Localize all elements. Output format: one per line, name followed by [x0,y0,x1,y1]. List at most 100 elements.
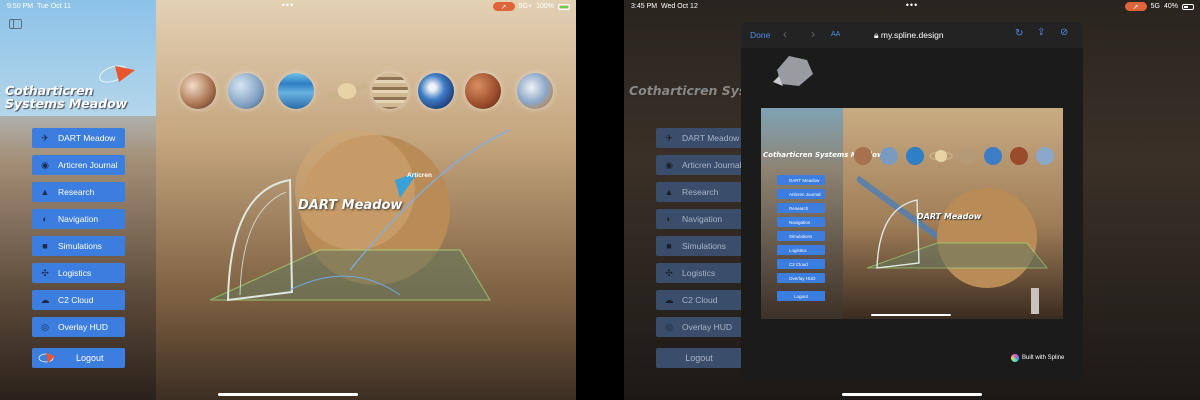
embedded-logout-button[interactable]: Logout [777,291,825,301]
multitask-dots-icon[interactable]: ••• [282,0,294,10]
home-indicator[interactable] [218,393,358,396]
background-menu: ✈ DART Meadow ◉ Articren Journal ▲ Research… [656,128,742,344]
logout-icon [38,353,55,363]
status-signal: 5G+ [518,3,533,10]
hud-icon: ◎ [665,321,673,332]
multitask-dots-icon[interactable]: ••• [906,0,918,10]
status-battery: 100% [536,3,554,10]
sidebar-menu: ✈ DART Meadow ◉ Articren Journal ▲ Research… [32,128,125,344]
goggles-icon: ◐ [666,214,672,224]
menu-label: Research [682,187,719,197]
status-time: 3:45 PM [631,3,658,10]
url-text: my.spline.design [880,30,944,40]
saturn-icon[interactable] [326,73,368,109]
background-menu-item: ◎ Overlay HUD [656,317,742,337]
menu-label: Articren Journal [58,160,118,170]
brand-title: Cotharticren Systems Meadow [5,83,128,111]
share-icon[interactable]: ⇪ [1037,27,1045,38]
logout-button[interactable]: Logout [32,348,125,368]
dart-meadow-scene[interactable] [200,120,540,320]
embedded-menu-item[interactable]: Overlay HUD [777,273,825,283]
background-menu-item: ✈ DART Meadow [656,128,742,148]
status-date: Tue Oct 11 [37,3,71,10]
sidebar: Cotharticren Systems Meadow ✈ DART Meadow… [0,0,156,400]
menu-navigation-button[interactable]: ◐ Navigation [32,209,125,229]
menu-c2-cloud-button[interactable]: ☁ C2 Cloud [32,290,125,310]
address-bar[interactable]: 🔒︎ my.spline.design [874,30,944,41]
drone-icon: ✣ [41,267,49,278]
menu-logistics-button[interactable]: ✣ Logistics [32,263,125,283]
reload-icon[interactable]: ↻ [1015,28,1023,39]
drone-icon: ✣ [665,267,673,278]
menu-label: Simulations [58,241,102,251]
menu-label: Logistics [682,268,716,278]
menu-label: C2 Cloud [682,295,718,305]
ship-icon: ▲ [40,187,50,197]
background-menu-item: ▲ Research [656,182,742,202]
status-battery: 40% [1163,3,1178,10]
background-menu-item: ◐ Navigation [656,209,742,229]
logout-label: Logout [76,353,104,363]
pluto-icon[interactable] [180,73,216,109]
embedded-menu: DART Meadow Articren Journal Research Na… [777,175,825,287]
menu-label: DART Meadow [58,133,116,143]
status-time: 9:50 PM [7,3,34,10]
earth-icon[interactable] [418,73,454,109]
back-icon[interactable]: ‹ [783,27,787,41]
camera-icon: ◉ [665,159,673,170]
forward-icon[interactable]: › [811,27,815,41]
menu-label: Articren Journal [682,160,742,170]
embedded-menu-item[interactable]: Logistics [777,245,825,255]
compass-icon[interactable]: ⊘ [1060,27,1068,38]
status-signal: 5G [1150,3,1160,10]
menu-label: Research [58,187,95,197]
menu-overlay-hud-button[interactable]: ◎ Overlay HUD [32,317,125,337]
location-pill-icon: ➚ [492,2,515,11]
sidebar-toggle-icon[interactable] [9,19,22,29]
embedded-menu-item[interactable]: Research [777,203,825,213]
embedded-spline-scene[interactable]: Cotharticren Systems Meadow DART Meadow … [761,108,1063,319]
done-button[interactable]: Done [750,30,770,40]
status-date: Wed Oct 12 [661,3,698,10]
right-app-screen: Cotharticren Systems Meadow ✈ DART Meadow… [624,0,1200,400]
neptune-icon[interactable] [278,73,314,109]
menu-research-button[interactable]: ▲ Research [32,182,125,202]
menu-label: C2 Cloud [58,295,94,305]
camera-icon: ◉ [41,159,49,170]
browser-toolbar: Done ‹ › AA 🔒︎ my.spline.design ↻ ⇪ ⊘ [741,22,1083,48]
home-indicator[interactable] [842,393,982,396]
background-menu-item: ■ Simulations [656,236,742,256]
moon-icon[interactable] [517,73,553,109]
cloud-icon: ☁ [664,294,674,305]
uranus-icon[interactable] [228,73,264,109]
background-menu-item: ✣ Logistics [656,263,742,283]
background-menu-item: ◉ Articren Journal [656,155,742,175]
scene-title: DART Meadow [298,198,403,213]
status-bar: 9:50 PM Tue Oct 11 ••• ➚ 5G+ 100% [0,0,576,14]
menu-articren-journal-button[interactable]: ◉ Articren Journal [32,155,125,175]
menu-dart-meadow-button[interactable]: ✈ DART Meadow [32,128,125,148]
menu-label: Overlay HUD [58,322,109,332]
asteroid-icon [773,56,813,86]
menu-label: Navigation [58,214,99,224]
menu-label: Overlay HUD [682,322,733,332]
menu-simulations-button[interactable]: ■ Simulations [32,236,125,256]
mars-icon[interactable] [465,73,501,109]
embedded-menu-item[interactable]: Navigation [777,217,825,227]
built-with-spline-badge[interactable]: Built with Spline [1011,354,1064,362]
scene-subtitle: Articren [407,172,432,179]
embedded-menu-item[interactable]: C2 Cloud [777,259,825,269]
built-with-label: Built with Spline [1022,355,1065,361]
jupiter-icon[interactable] [372,73,408,109]
in-app-browser: Done ‹ › AA 🔒︎ my.spline.design ↻ ⇪ ⊘ Co… [741,22,1083,380]
text-size-button[interactable]: AA [831,31,840,38]
goggles-icon: ◐ [42,214,48,224]
spline-logo-icon [1011,354,1019,362]
embedded-menu-item[interactable]: DART Meadow [777,175,825,185]
shield-icon: ■ [42,241,48,251]
menu-label: Simulations [682,241,726,251]
spacecraft-icon: ✈ [665,132,673,143]
embedded-menu-item[interactable]: Articren Journal [777,189,825,199]
cloud-icon: ☁ [40,294,50,305]
embedded-menu-item[interactable]: Simulations [777,231,825,241]
